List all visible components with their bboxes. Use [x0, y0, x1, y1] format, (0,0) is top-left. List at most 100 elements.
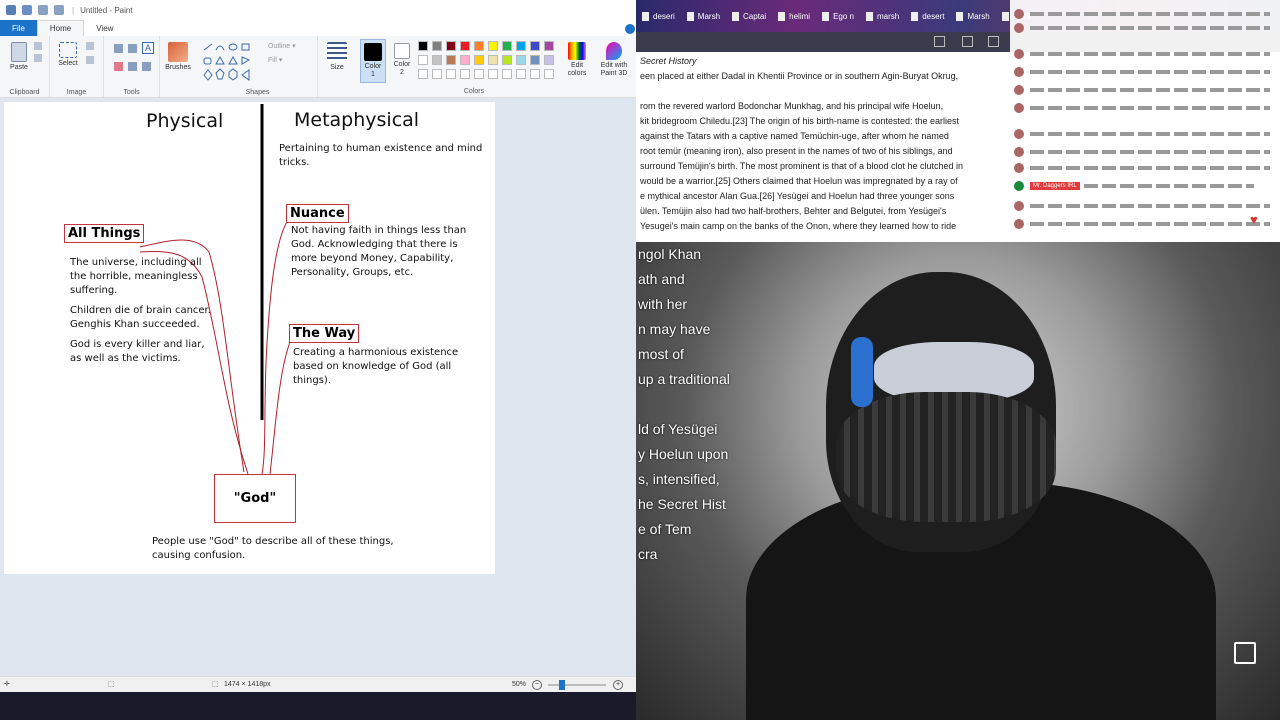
paste-button[interactable]: Paste — [6, 42, 32, 72]
browser-tab[interactable]: desert — [905, 11, 950, 21]
tab-file[interactable]: File — [0, 20, 37, 36]
palette-swatch[interactable] — [488, 55, 498, 65]
paint3d-button[interactable]: Edit with Paint 3D — [596, 42, 632, 78]
palette-swatch-empty[interactable] — [502, 69, 512, 79]
palette-swatch-empty[interactable] — [530, 69, 540, 79]
brushes-button[interactable]: Brushes — [162, 42, 194, 72]
palette-swatch-empty[interactable] — [432, 69, 442, 79]
help-icon[interactable] — [625, 24, 635, 34]
palette-swatch[interactable] — [516, 55, 526, 65]
eraser-icon[interactable] — [114, 62, 123, 71]
palette-swatch[interactable] — [530, 55, 540, 65]
color-picker-icon[interactable] — [128, 62, 137, 71]
palette-swatch[interactable] — [432, 41, 442, 51]
palette-swatch[interactable] — [502, 41, 512, 51]
pencil-icon[interactable] — [114, 44, 123, 53]
selection-size-icon: ⬚ — [108, 681, 115, 688]
palette-swatch-empty[interactable] — [474, 69, 484, 79]
page-icon — [956, 11, 964, 21]
chat-message — [1014, 84, 1276, 96]
article-line: ülen. Temüjin also had two half-brothers… — [640, 206, 947, 216]
color2-button[interactable]: Color 2 — [389, 39, 415, 83]
palette-swatch-empty[interactable] — [446, 69, 456, 79]
select-button[interactable]: Select — [54, 42, 82, 68]
zoom-slider[interactable] — [548, 684, 606, 686]
read-aloud-icon[interactable] — [962, 36, 973, 47]
redo-icon[interactable] — [54, 5, 64, 15]
favorites-icon[interactable] — [988, 36, 999, 47]
tab-home[interactable]: Home — [36, 20, 85, 36]
chat-message — [1014, 162, 1276, 174]
browser-tab-label: Marsh — [967, 11, 990, 21]
fill-button[interactable]: Fill ▾ — [268, 56, 282, 64]
crop-icon[interactable] — [86, 42, 94, 50]
the-way-line: based on knowledge of God (all — [293, 361, 452, 372]
browser-tab[interactable]: Captai — [726, 11, 772, 21]
browser-tab[interactable]: helimi — [772, 11, 816, 21]
palette-swatch[interactable] — [530, 41, 540, 51]
heart-icon[interactable]: ♥ — [1250, 212, 1258, 227]
shapes-group: Outline ▾ Fill ▾ Shapes — [198, 36, 318, 98]
color1-button[interactable]: Color 1 — [360, 39, 386, 83]
select-icon — [59, 42, 77, 58]
chat-text — [1030, 52, 1270, 56]
palette-swatch[interactable] — [446, 41, 456, 51]
browser-tab[interactable]: deseri — [636, 11, 681, 21]
background-text-line: most of — [638, 346, 684, 362]
palette-swatch[interactable] — [488, 41, 498, 51]
browser-tab[interactable]: marsh — [860, 11, 905, 21]
outline-button[interactable]: Outline ▾ — [268, 42, 296, 50]
browser-tab[interactable]: Marsh — [950, 11, 995, 21]
edit-colors-button[interactable]: Edit colors — [562, 42, 592, 78]
nuance-line: Not having faith in things less than — [291, 225, 467, 236]
zoom-in-button[interactable]: + — [613, 680, 623, 690]
chat-text — [1030, 222, 1270, 226]
chat-message — [1014, 102, 1276, 114]
article-line: against the Tatars with a captive named … — [640, 131, 949, 141]
color-palette — [418, 41, 568, 81]
metaphysical-desc-line: tricks. — [279, 157, 310, 168]
palette-swatch-empty[interactable] — [516, 69, 526, 79]
canvas-size-icon: ⬚ — [212, 681, 219, 688]
palette-swatch[interactable] — [418, 55, 428, 65]
fullscreen-icon[interactable] — [1234, 642, 1256, 664]
save-icon[interactable] — [22, 5, 32, 15]
resize-icon[interactable] — [86, 56, 94, 64]
palette-swatch[interactable] — [544, 55, 554, 65]
paint-titlebar: | Untitled - Paint — [0, 0, 636, 20]
chat-text — [1030, 150, 1270, 154]
palette-swatch[interactable] — [502, 55, 512, 65]
palette-swatch[interactable] — [418, 41, 428, 51]
drawing-canvas[interactable]: Physical Metaphysical Pertaining to huma… — [4, 102, 495, 574]
magnifier-icon[interactable] — [142, 62, 151, 71]
zoom-out-button[interactable]: − — [532, 680, 542, 690]
reader-icon[interactable] — [934, 36, 945, 47]
palette-swatch[interactable] — [474, 55, 484, 65]
size-button[interactable]: Size — [322, 42, 352, 72]
cut-icon[interactable] — [34, 42, 42, 50]
browser-tab[interactable]: Ego n — [816, 11, 860, 21]
tab-view[interactable]: View — [84, 20, 125, 36]
palette-swatch[interactable] — [474, 41, 484, 51]
palette-swatch-empty[interactable] — [418, 69, 428, 79]
fill-bucket-icon[interactable] — [128, 44, 137, 53]
footer-note: People use "God" to describe all of thes… — [152, 535, 394, 563]
zoom-slider-thumb[interactable] — [559, 680, 565, 690]
palette-swatch[interactable] — [516, 41, 526, 51]
palette-swatch-empty[interactable] — [488, 69, 498, 79]
shapes-gallery[interactable] — [202, 42, 260, 82]
palette-swatch-empty[interactable] — [544, 69, 554, 79]
palette-swatch-empty[interactable] — [460, 69, 470, 79]
color2-label-b: 2 — [400, 69, 404, 76]
palette-swatch[interactable] — [432, 55, 442, 65]
palette-swatch[interactable] — [544, 41, 554, 51]
browser-tab[interactable]: Marsh — [681, 11, 726, 21]
palette-swatch[interactable] — [460, 55, 470, 65]
wikipedia-article: Secret History een placed at either Dadal… — [636, 52, 1016, 242]
chat-text — [1030, 204, 1270, 208]
text-icon[interactable]: A — [142, 42, 154, 54]
palette-swatch[interactable] — [446, 55, 456, 65]
palette-swatch[interactable] — [460, 41, 470, 51]
copy-icon[interactable] — [34, 54, 42, 62]
undo-icon[interactable] — [38, 5, 48, 15]
